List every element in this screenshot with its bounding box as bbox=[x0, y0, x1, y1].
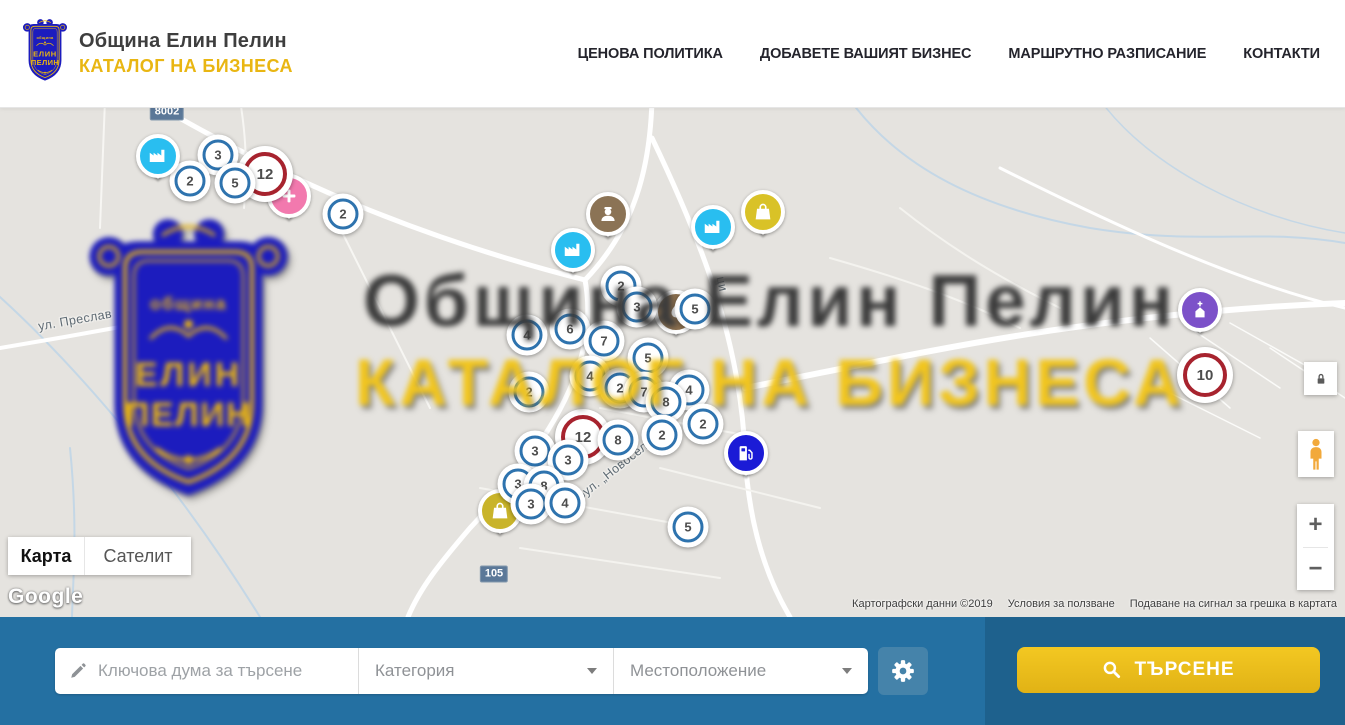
cluster-marker[interactable]: 5 bbox=[668, 507, 709, 548]
map-type-satellite-button[interactable]: Сателит bbox=[84, 537, 191, 575]
cluster-marker[interactable]: 4 bbox=[507, 315, 548, 356]
gear-icon bbox=[890, 658, 916, 684]
zoom-in-button[interactable]: + bbox=[1297, 504, 1334, 547]
search-bar: Категория Местоположение ТЪРСЕНЕ bbox=[0, 617, 1345, 725]
location-select[interactable]: Местоположение bbox=[614, 648, 868, 694]
zoom-control: + − bbox=[1297, 504, 1334, 590]
pin-marker-factory[interactable] bbox=[136, 134, 180, 178]
terms-link[interactable]: Условия за ползване bbox=[1008, 598, 1115, 610]
road-shield: 8002 bbox=[150, 108, 184, 121]
cluster-marker[interactable]: 10 bbox=[1177, 347, 1233, 403]
pegman-icon bbox=[1305, 437, 1327, 471]
site-title: Община Елин Пелин bbox=[79, 30, 293, 53]
nav-item-route-schedule[interactable]: МАРШРУТНО РАЗПИСАНИЕ bbox=[1008, 46, 1206, 62]
cluster-marker[interactable]: 5 bbox=[675, 289, 716, 330]
search-button-label: ТЪРСЕНЕ bbox=[1134, 659, 1234, 681]
pegman-control[interactable] bbox=[1298, 431, 1334, 477]
cluster-marker[interactable]: 2 bbox=[323, 194, 364, 235]
category-select-value: Категория bbox=[375, 661, 454, 681]
search-button[interactable]: ТЪРСЕНЕ bbox=[1017, 647, 1320, 693]
site-subtitle: КАТАЛОГ НА БИЗНЕСА bbox=[79, 56, 293, 77]
map-type-control: Карта Сателит bbox=[8, 537, 191, 575]
cluster-marker[interactable]: 2 bbox=[642, 415, 683, 456]
cluster-marker[interactable]: 4 bbox=[545, 483, 586, 524]
chevron-down-icon bbox=[842, 668, 852, 674]
google-logo[interactable]: Google bbox=[8, 585, 83, 609]
pin-marker-church[interactable] bbox=[1178, 288, 1222, 332]
advanced-settings-button[interactable] bbox=[878, 647, 928, 695]
attribution-copyright: Картографски данни ©2019 bbox=[852, 598, 993, 610]
search-fields: Категория Местоположение bbox=[55, 648, 868, 694]
road-shield: 105 bbox=[480, 566, 508, 583]
cluster-marker[interactable]: 5 bbox=[215, 163, 256, 204]
cluster-marker[interactable]: 2 bbox=[509, 372, 550, 413]
header: община ЕЛИН ПЕЛИН Община Елин Пелин КАТА… bbox=[0, 0, 1345, 108]
brand-text: Община Елин Пелин КАТАЛОГ НА БИЗНЕСА bbox=[79, 30, 293, 77]
chevron-down-icon bbox=[587, 668, 597, 674]
pin-marker-bag[interactable] bbox=[741, 190, 785, 234]
lock-icon bbox=[1313, 371, 1329, 387]
svg-text:ПЕЛИН: ПЕЛИН bbox=[31, 58, 59, 67]
map-canvas[interactable]: 8002105ул. Преславцибул. „Новоселци” 312… bbox=[0, 108, 1345, 617]
pin-marker-factory[interactable] bbox=[691, 205, 735, 249]
pin-marker-factory[interactable] bbox=[551, 228, 595, 272]
keyword-field[interactable] bbox=[55, 648, 358, 694]
brand-logo[interactable]: община ЕЛИН ПЕЛИН Община Елин Пелин КАТА… bbox=[22, 18, 293, 89]
pin-marker-fuel[interactable] bbox=[724, 431, 768, 475]
svg-text:община: община bbox=[36, 35, 54, 40]
cluster-marker[interactable]: 8 bbox=[598, 420, 639, 461]
cluster-marker[interactable]: 3 bbox=[617, 287, 658, 328]
cluster-marker[interactable]: 2 bbox=[683, 404, 724, 445]
pencil-icon bbox=[69, 662, 87, 680]
report-error-link[interactable]: Подаване на сигнал за грешка в картата bbox=[1130, 598, 1337, 610]
main-nav: ЦЕНОВА ПОЛИТИКА ДОБАВЕТЕ ВАШИЯТ БИЗНЕС М… bbox=[578, 46, 1320, 62]
keyword-input[interactable] bbox=[98, 661, 344, 681]
search-icon bbox=[1102, 660, 1122, 680]
map-attribution: Картографски данни ©2019 Условия за полз… bbox=[852, 598, 1337, 610]
nav-item-pricing[interactable]: ЦЕНОВА ПОЛИТИКА bbox=[578, 46, 723, 62]
nav-item-contacts[interactable]: КОНТАКТИ bbox=[1243, 46, 1320, 62]
municipality-emblem: община ЕЛИН ПЕЛИН bbox=[22, 18, 68, 89]
category-select[interactable]: Категория bbox=[359, 648, 613, 694]
location-select-value: Местоположение bbox=[630, 661, 766, 681]
map-type-map-button[interactable]: Карта bbox=[8, 537, 84, 575]
street-label: ци bbox=[714, 275, 731, 293]
zoom-out-button[interactable]: − bbox=[1297, 548, 1334, 591]
nav-item-add-business[interactable]: ДОБАВЕТЕ ВАШИЯТ БИЗНЕС bbox=[760, 46, 972, 62]
lock-control[interactable] bbox=[1304, 362, 1337, 395]
svg-text:ЕЛИН: ЕЛИН bbox=[33, 49, 57, 58]
